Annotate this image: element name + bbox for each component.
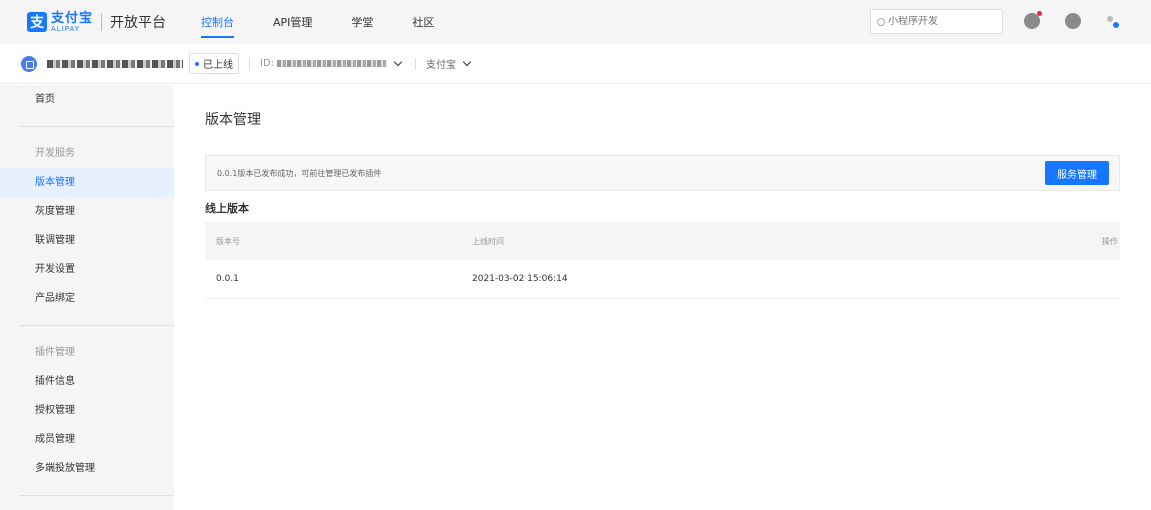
user-avatar-icon[interactable] bbox=[1107, 16, 1121, 30]
status-dot-icon bbox=[195, 61, 199, 66]
tab-community[interactable]: 社区 bbox=[412, 0, 434, 44]
notice-text: 0.0.1版本已发布成功，可前往管理已发布插件 bbox=[217, 168, 382, 178]
sidebar-divider bbox=[20, 495, 174, 496]
bell-icon[interactable] bbox=[1024, 11, 1042, 29]
col-version: 版本号 bbox=[216, 236, 240, 246]
env-selector[interactable]: 支付宝 bbox=[426, 56, 456, 71]
app-header: 已上线 ID: 支付宝 bbox=[0, 44, 1151, 84]
status-badge: 已上线 bbox=[189, 53, 239, 74]
sidebar-item[interactable]: 多端投放管理 bbox=[0, 454, 174, 483]
sidebar-item[interactable]: 成员管理 bbox=[0, 425, 174, 454]
tab-console[interactable]: 控制台 bbox=[201, 0, 235, 44]
logo-divider bbox=[101, 13, 103, 31]
cell-version: 0.0.1 bbox=[216, 274, 239, 284]
sidebar-item[interactable]: 授权管理 bbox=[0, 396, 174, 425]
chevron-down-icon[interactable] bbox=[462, 57, 472, 66]
app-avatar-icon bbox=[21, 55, 37, 72]
sidebar-divider bbox=[20, 325, 174, 326]
search-box[interactable] bbox=[870, 9, 1003, 34]
sidebar-item[interactable]: 产品绑定 bbox=[0, 284, 174, 313]
version-table: 版本号 上线时间 操作 0.0.1 2021-03-02 15:06:14 bbox=[205, 222, 1120, 299]
main-content: 版本管理 0.0.1版本已发布成功，可前往管理已发布插件 服务管理 线上版本 版… bbox=[205, 85, 1120, 299]
sidebar-group-label: 插件管理 bbox=[35, 347, 75, 358]
logo-cn: 支付宝 bbox=[51, 10, 94, 26]
sidebar-divider bbox=[20, 126, 174, 127]
sidebar-item[interactable]: 灰度管理 bbox=[0, 197, 174, 226]
logo-en: ALIPAY bbox=[51, 24, 81, 33]
search-input[interactable] bbox=[888, 16, 998, 27]
sidebar-item[interactable]: 开发设置 bbox=[0, 255, 174, 284]
platform-name: 开放平台 bbox=[110, 15, 167, 31]
table-row: 0.0.1 2021-03-02 15:06:14 bbox=[205, 260, 1120, 299]
sidebar-group-label: 开发服务 bbox=[35, 148, 75, 159]
id-label: ID: bbox=[260, 58, 275, 69]
app-name-redacted bbox=[47, 59, 183, 68]
nav-tabs: 控制台 API管理 学堂 社区 bbox=[201, 0, 473, 44]
document-icon[interactable] bbox=[1065, 13, 1081, 29]
alipay-logo[interactable]: 支 支付宝 ALIPAY 开放平台 bbox=[27, 12, 166, 33]
notice-bar: 0.0.1版本已发布成功，可前往管理已发布插件 服务管理 bbox=[205, 155, 1120, 191]
sidebar-item[interactable]: 联调管理 bbox=[0, 226, 174, 255]
sidebar: 首页开发服务版本管理 灰度管理 联调管理 开发设置 产品绑定插件管理插件信息 授权管理 成员… bbox=[0, 85, 174, 510]
service-manage-button[interactable]: 服务管理 bbox=[1045, 161, 1109, 185]
id-value-redacted bbox=[277, 60, 388, 67]
col-online-time: 上线时间 bbox=[472, 236, 504, 246]
tab-academy[interactable]: 学堂 bbox=[351, 0, 373, 44]
cell-online-time: 2021-03-02 15:06:14 bbox=[472, 274, 568, 284]
sidebar-item[interactable]: 首页 bbox=[0, 85, 174, 114]
table-header: 版本号 上线时间 操作 bbox=[205, 222, 1120, 260]
chevron-down-icon[interactable] bbox=[393, 57, 403, 66]
search-icon bbox=[877, 17, 885, 26]
top-nav: 支 支付宝 ALIPAY 开放平台 控制台 API管理 学堂 社区 bbox=[0, 0, 1151, 44]
alipay-logo-icon: 支 bbox=[27, 12, 47, 32]
page-title: 版本管理 bbox=[205, 112, 261, 128]
sidebar-item[interactable]: 版本管理 bbox=[0, 168, 174, 197]
tab-api[interactable]: API管理 bbox=[273, 0, 312, 44]
sidebar-item[interactable]: 插件信息 bbox=[0, 367, 174, 396]
section-title: 线上版本 bbox=[205, 202, 249, 215]
col-actions: 操作 bbox=[1102, 236, 1118, 246]
